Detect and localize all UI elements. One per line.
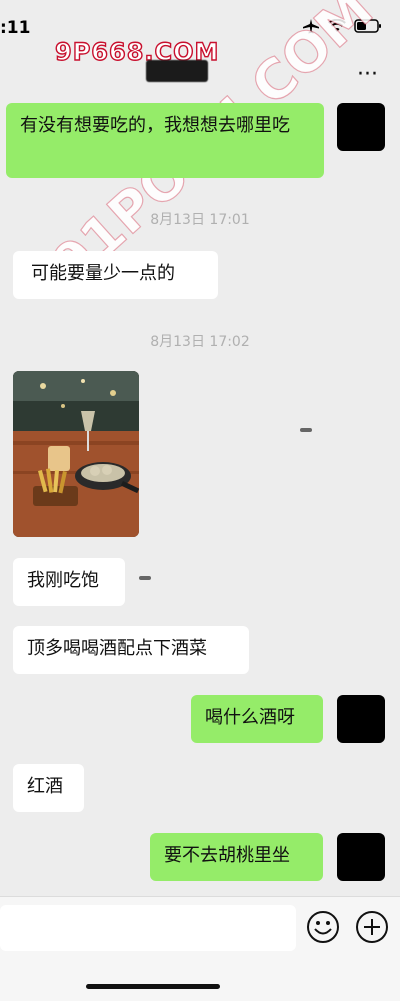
message-outgoing[interactable]: 有没有想要吃的，我想想去哪里吃 [6, 103, 324, 178]
status-dash [139, 576, 151, 580]
emoji-icon[interactable] [306, 910, 340, 944]
status-time: :11 [0, 18, 31, 38]
photo-message[interactable] [13, 371, 139, 537]
message-incoming[interactable]: 红酒 [13, 764, 84, 812]
message-incoming[interactable]: 我刚吃饱 [13, 558, 125, 606]
timestamp: 8月13日 17:02 [150, 334, 250, 350]
my-avatar[interactable] [337, 833, 385, 881]
plus-icon[interactable] [355, 910, 389, 944]
my-avatar[interactable] [337, 103, 385, 151]
chat-title-redacted [146, 60, 208, 82]
message-text: 我刚吃饱 [27, 570, 99, 591]
message-incoming[interactable]: 可能要量少一点的 [13, 251, 218, 299]
message-input[interactable] [0, 905, 296, 951]
home-indicator [86, 984, 220, 989]
message-text: 喝什么酒呀 [205, 707, 295, 728]
message-text: 红酒 [27, 776, 63, 797]
message-text: 可能要量少一点的 [31, 263, 175, 284]
message-text: 要不去胡桃里坐 [164, 845, 290, 866]
message-incoming[interactable]: 顶多喝喝酒配点下酒菜 [13, 626, 249, 674]
my-avatar[interactable] [337, 695, 385, 743]
status-icons [302, 18, 382, 34]
message-outgoing[interactable]: 要不去胡桃里坐 [150, 833, 323, 881]
more-options-button[interactable]: ··· [357, 64, 378, 86]
wifi-icon [328, 19, 346, 32]
message-text: 顶多喝喝酒配点下酒菜 [27, 638, 207, 659]
timestamp: 8月13日 17:01 [150, 212, 250, 228]
message-outgoing[interactable]: 喝什么酒呀 [191, 695, 323, 743]
battery-icon [354, 19, 381, 33]
airplane-icon [303, 19, 319, 34]
message-text: 有没有想要吃的，我想想去哪里吃 [20, 115, 290, 136]
food-photo-image [13, 371, 139, 537]
status-dash [300, 428, 312, 432]
